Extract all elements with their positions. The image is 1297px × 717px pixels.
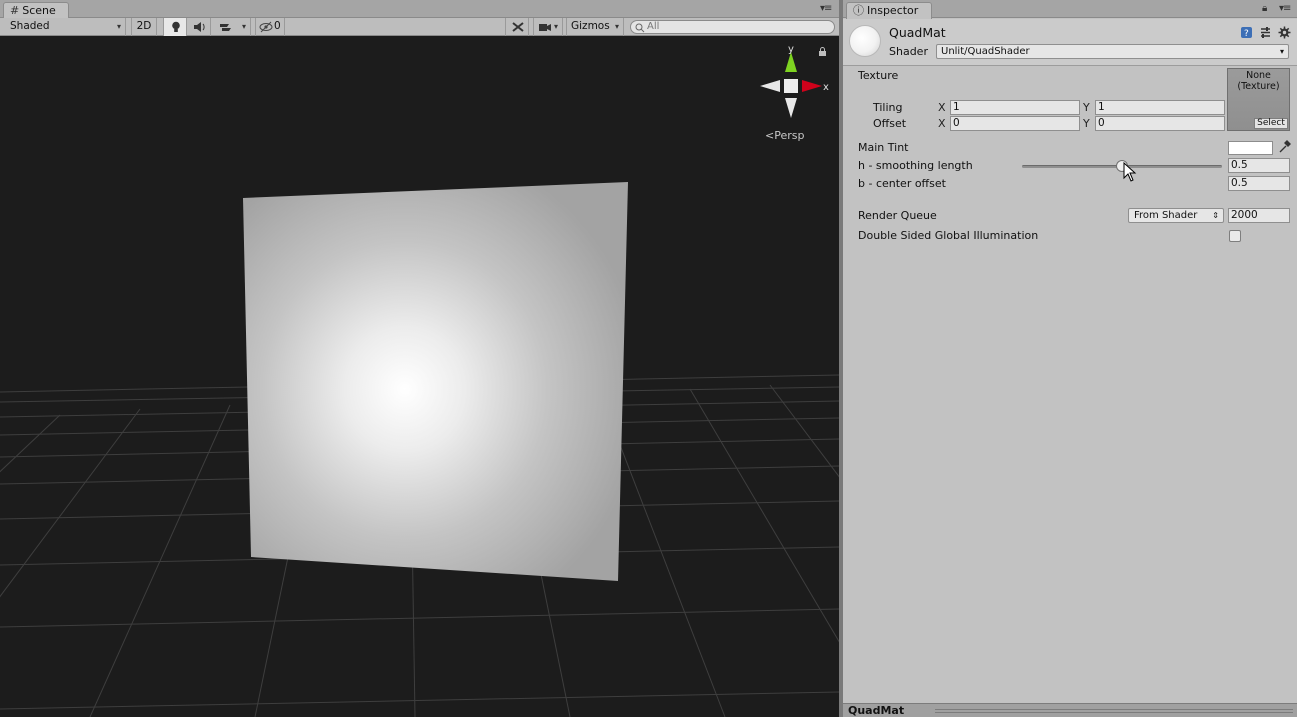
smoothing-length-label: h - smoothing length bbox=[858, 159, 973, 172]
draw-mode-dropdown[interactable]: Shaded bbox=[0, 18, 126, 36]
render-queue-mode: From Shader bbox=[1134, 210, 1198, 221]
offset-x-field[interactable]: 0 bbox=[950, 116, 1080, 131]
render-queue-dropdown[interactable]: From Shader bbox=[1128, 208, 1224, 223]
svg-text:?: ? bbox=[1244, 29, 1249, 39]
scene-panel: #Scene ▾≡ Shaded 2D 0 bbox=[0, 0, 839, 717]
material-preview-icon bbox=[849, 25, 881, 57]
gizmos-label: Gizmos bbox=[571, 20, 610, 32]
lock-icon[interactable] bbox=[818, 47, 827, 57]
unity-editor: #Scene ▾≡ Shaded 2D 0 bbox=[0, 0, 1297, 717]
tab-inspector[interactable]: ⓘ Inspector bbox=[846, 2, 932, 19]
render-queue-label: Render Queue bbox=[858, 209, 937, 222]
help-book-icon[interactable]: ? bbox=[1240, 26, 1253, 39]
smoothing-length-value: 0.5 bbox=[1231, 159, 1248, 171]
inspector-menu-icon[interactable]: ▾≡ bbox=[1279, 3, 1291, 14]
panel-menu-icon[interactable]: ▾≡ bbox=[820, 3, 832, 14]
offset-y-label: Y bbox=[1083, 117, 1090, 130]
tools-button[interactable] bbox=[505, 18, 529, 36]
eye-slash-icon bbox=[259, 21, 273, 33]
projection-label: Persp bbox=[774, 129, 805, 142]
effects-icon bbox=[220, 24, 231, 31]
tools-icon bbox=[512, 22, 524, 32]
tiling-y-value: 1 bbox=[1098, 101, 1105, 113]
tiling-x-label: X bbox=[938, 101, 946, 114]
double-sided-gi-label: Double Sided Global Illumination bbox=[858, 229, 1039, 242]
scene-search-input[interactable]: All bbox=[630, 20, 835, 34]
material-name: QuadMat bbox=[889, 25, 946, 40]
audio-toggle[interactable] bbox=[187, 18, 211, 36]
gizmos-dropdown[interactable]: Gizmos bbox=[566, 18, 624, 36]
camera-icon bbox=[539, 24, 551, 31]
footer-material-name: QuadMat bbox=[848, 704, 905, 717]
camera-dropdown[interactable] bbox=[533, 18, 563, 36]
texture-select-button[interactable]: Select bbox=[1254, 118, 1288, 129]
center-offset-label: b - center offset bbox=[858, 177, 946, 190]
preview-footer[interactable]: QuadMat bbox=[843, 703, 1297, 717]
search-placeholder: All bbox=[647, 21, 660, 32]
gear-icon[interactable] bbox=[1278, 26, 1291, 39]
texture-none-label: None bbox=[1246, 70, 1271, 81]
offset-y-field[interactable]: 0 bbox=[1095, 116, 1225, 131]
gizmo-y-label: y bbox=[788, 44, 794, 55]
smoothing-length-field[interactable]: 0.5 bbox=[1228, 158, 1290, 173]
offset-y-value: 0 bbox=[1098, 117, 1105, 129]
eyedropper-icon[interactable] bbox=[1278, 140, 1291, 154]
shader-label: Shader bbox=[889, 45, 928, 58]
scene-tabbar: # Scene ▾≡ bbox=[0, 0, 839, 19]
texture-select-label: Select bbox=[1257, 118, 1285, 128]
texture-slot[interactable]: None (Texture) Select bbox=[1227, 68, 1290, 131]
preset-icon[interactable] bbox=[1259, 26, 1272, 39]
search-icon bbox=[635, 23, 645, 33]
lighting-toggle[interactable] bbox=[163, 18, 187, 36]
inspector-tabbar: ⓘ Inspector 🔒︎ ▾≡ bbox=[843, 0, 1297, 19]
material-header: QuadMat ? Shader Unlit/QuadShader bbox=[843, 19, 1297, 66]
tiling-y-field[interactable]: 1 bbox=[1095, 100, 1225, 115]
info-icon: ⓘ bbox=[853, 4, 864, 17]
render-queue-value: 2000 bbox=[1231, 209, 1258, 221]
texture-type-label: (Texture) bbox=[1237, 81, 1280, 92]
effects-dropdown[interactable] bbox=[211, 18, 251, 36]
tiling-x-field[interactable]: 1 bbox=[950, 100, 1080, 115]
lightbulb-icon bbox=[172, 21, 180, 32]
tiling-label: Tiling bbox=[873, 101, 903, 114]
hidden-count: 0 bbox=[274, 20, 281, 32]
offset-x-label: X bbox=[938, 117, 946, 130]
mode-2d-label: 2D bbox=[136, 20, 152, 32]
double-sided-gi-checkbox[interactable] bbox=[1229, 230, 1241, 242]
projection-toggle[interactable]: <Persp bbox=[765, 129, 804, 142]
footer-drag-handle bbox=[935, 709, 1293, 713]
tiling-y-label: Y bbox=[1083, 101, 1090, 114]
quad-object[interactable] bbox=[243, 182, 628, 581]
texture-slot-text: None (Texture) bbox=[1228, 70, 1289, 92]
scene-grid bbox=[0, 182, 839, 717]
scene-toolbar: Shaded 2D 0 Gizmos bbox=[0, 18, 839, 36]
shader-dropdown[interactable]: Unlit/QuadShader bbox=[936, 44, 1289, 59]
inspector-panel: ⓘ Inspector 🔒︎ ▾≡ QuadMat ? Shader Unlit/… bbox=[843, 0, 1297, 717]
persp-icon: < bbox=[765, 129, 775, 142]
offset-x-value: 0 bbox=[953, 117, 960, 129]
main-tint-label: Main Tint bbox=[858, 141, 909, 154]
speaker-icon bbox=[194, 22, 205, 32]
inspector-lock-icon[interactable]: 🔒︎ bbox=[1262, 3, 1267, 14]
scene-tab-label: Scene bbox=[22, 4, 56, 17]
inspector-tab-label: Inspector bbox=[867, 4, 919, 17]
tiling-x-value: 1 bbox=[953, 101, 960, 113]
scene-viewport[interactable]: y x <Persp bbox=[0, 37, 839, 717]
texture-label: Texture bbox=[858, 69, 899, 82]
gizmo-x-label: x bbox=[823, 82, 829, 93]
offset-label: Offset bbox=[873, 117, 907, 130]
center-offset-field[interactable]: 0.5 bbox=[1228, 176, 1290, 191]
hash-icon: # bbox=[10, 4, 20, 17]
mouse-cursor-icon bbox=[1123, 162, 1137, 182]
tab-scene[interactable]: # Scene bbox=[3, 2, 69, 19]
main-tint-color-field[interactable] bbox=[1228, 141, 1273, 155]
mode-2d-button[interactable]: 2D bbox=[131, 18, 157, 36]
draw-mode-label: Shaded bbox=[10, 20, 50, 32]
render-queue-field[interactable]: 2000 bbox=[1228, 208, 1290, 223]
hidden-objects-toggle[interactable]: 0 bbox=[255, 18, 285, 36]
shader-value: Unlit/QuadShader bbox=[941, 46, 1030, 57]
center-offset-value: 0.5 bbox=[1231, 177, 1248, 189]
